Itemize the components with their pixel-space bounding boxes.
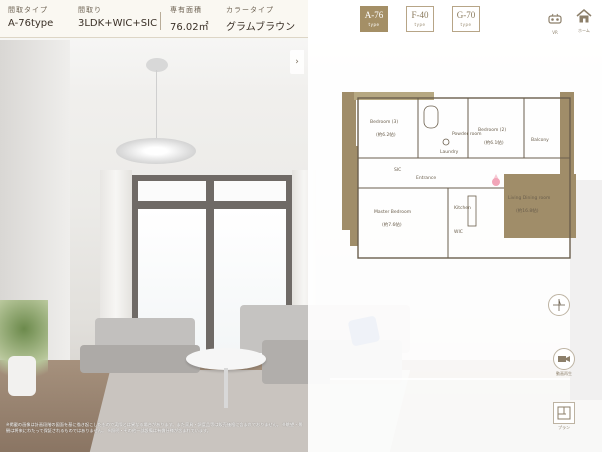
- unit-info-bar: 間取タイプ A-76type 間取り 3LDK+WIC+SIC 専有面積 76.…: [0, 0, 308, 38]
- room-size-bedroom2: (約6.1帖): [484, 141, 504, 146]
- plan-living-floor: [504, 174, 576, 238]
- info-layout-label: 間取り: [78, 6, 102, 14]
- type-tab-f40[interactable]: F-40 type: [406, 6, 434, 32]
- type-tab-sub: type: [460, 22, 472, 27]
- plan-kitchen-counter: [467, 195, 477, 227]
- side-table: [186, 348, 266, 370]
- video-camera-icon: [558, 356, 570, 362]
- vr-label: VR: [552, 30, 558, 35]
- home-button[interactable]: ホーム: [574, 8, 594, 34]
- info-color-label: カラータイプ: [226, 6, 274, 14]
- type-tab-sub: type: [368, 22, 380, 27]
- vr-headset-icon: [548, 13, 562, 24]
- plan-view-cone: [492, 174, 500, 182]
- room-label-powder: Powder room: [452, 132, 482, 137]
- info-type-label: 間取タイプ: [8, 6, 48, 14]
- info-area: 専有面積 76.02㎡: [170, 5, 209, 33]
- info-color-value: グラムブラウン: [226, 22, 296, 33]
- info-layout-value: 3LDK+WIC+SIC: [78, 18, 158, 29]
- room-label-bedroom2: Bedroom (2): [478, 128, 507, 133]
- floor-plan-drawing: [342, 92, 576, 259]
- plan-button[interactable]: プラン: [550, 402, 578, 431]
- chandelier-mount: [146, 58, 168, 72]
- room-label-wic: WIC: [454, 230, 463, 235]
- floorplan-panel: A-76 type F-40 type G-70 type VR ホーム Bed…: [308, 0, 602, 452]
- plan-wall: [350, 146, 358, 246]
- type-tab-label: A-76: [364, 10, 384, 20]
- room-size-master: (約7.6帖): [382, 223, 402, 228]
- compass-button[interactable]: [548, 294, 570, 316]
- info-type-value: A-76type: [8, 18, 54, 29]
- video-label: 動画再生: [556, 371, 572, 376]
- disclaimer-text: ※掲載の画像は計画段階の図面を基に描き起こしたもので実際とは異なる場合があります…: [6, 422, 303, 434]
- sofa-left-seat: [80, 345, 200, 373]
- info-color: カラータイプ グラムブラウン: [226, 5, 295, 33]
- room-label-balcony: Balcony: [531, 138, 549, 143]
- panel-toggle-tab[interactable]: ›: [290, 50, 304, 74]
- info-area-label: 専有面積: [170, 6, 202, 14]
- type-tab-g70[interactable]: G-70 type: [452, 6, 480, 32]
- room-size-living: (約16.8帖): [516, 209, 539, 214]
- chandelier: [116, 138, 196, 164]
- home-icon: [576, 9, 592, 23]
- video-circle[interactable]: [553, 348, 575, 370]
- type-tab-sub: type: [414, 22, 426, 27]
- room-label-living: Living Dining room: [508, 196, 551, 201]
- info-area-value: 76.02㎡: [170, 22, 209, 33]
- vase: [8, 356, 36, 396]
- room-label-entrance: Entrance: [416, 176, 437, 181]
- room-label-laundry: Laundry: [440, 150, 459, 155]
- side-table-leg: [224, 368, 228, 408]
- room-label-sic: SIC: [394, 168, 402, 173]
- room-label-bedroom3: Bedroom (3): [370, 120, 399, 125]
- room-size-bedroom3: (約6.2帖): [376, 133, 396, 138]
- plan-bathtub: [423, 105, 439, 129]
- plan-label: プラン: [558, 425, 570, 430]
- info-divider: [160, 12, 161, 30]
- vr-button[interactable]: VR: [546, 10, 564, 35]
- type-tab-label: G-70: [456, 10, 476, 20]
- room-label-kitchen: Kitchen: [454, 206, 471, 211]
- chandelier-wire: [156, 70, 157, 140]
- info-layout: 間取り 3LDK+WIC+SIC: [78, 5, 157, 29]
- floor-plan[interactable]: Bedroom (3) (約6.2帖) Bedroom (2) (約6.1帖) …: [328, 88, 588, 268]
- plan-sink: [442, 138, 450, 146]
- plan-button-box[interactable]: [553, 402, 575, 424]
- plan-wall: [354, 92, 434, 100]
- room-label-master: Master Bedroom: [374, 210, 412, 215]
- chevron-right-icon: ›: [295, 57, 299, 67]
- compass-icon: [553, 299, 565, 311]
- info-type: 間取タイプ A-76type: [8, 5, 53, 29]
- home-label: ホーム: [578, 28, 590, 33]
- video-button[interactable]: 動画再生: [552, 348, 576, 377]
- type-tab-label: F-40: [411, 10, 429, 20]
- type-tab-a76[interactable]: A-76 type: [360, 6, 388, 32]
- floorplan-icon: [557, 406, 571, 420]
